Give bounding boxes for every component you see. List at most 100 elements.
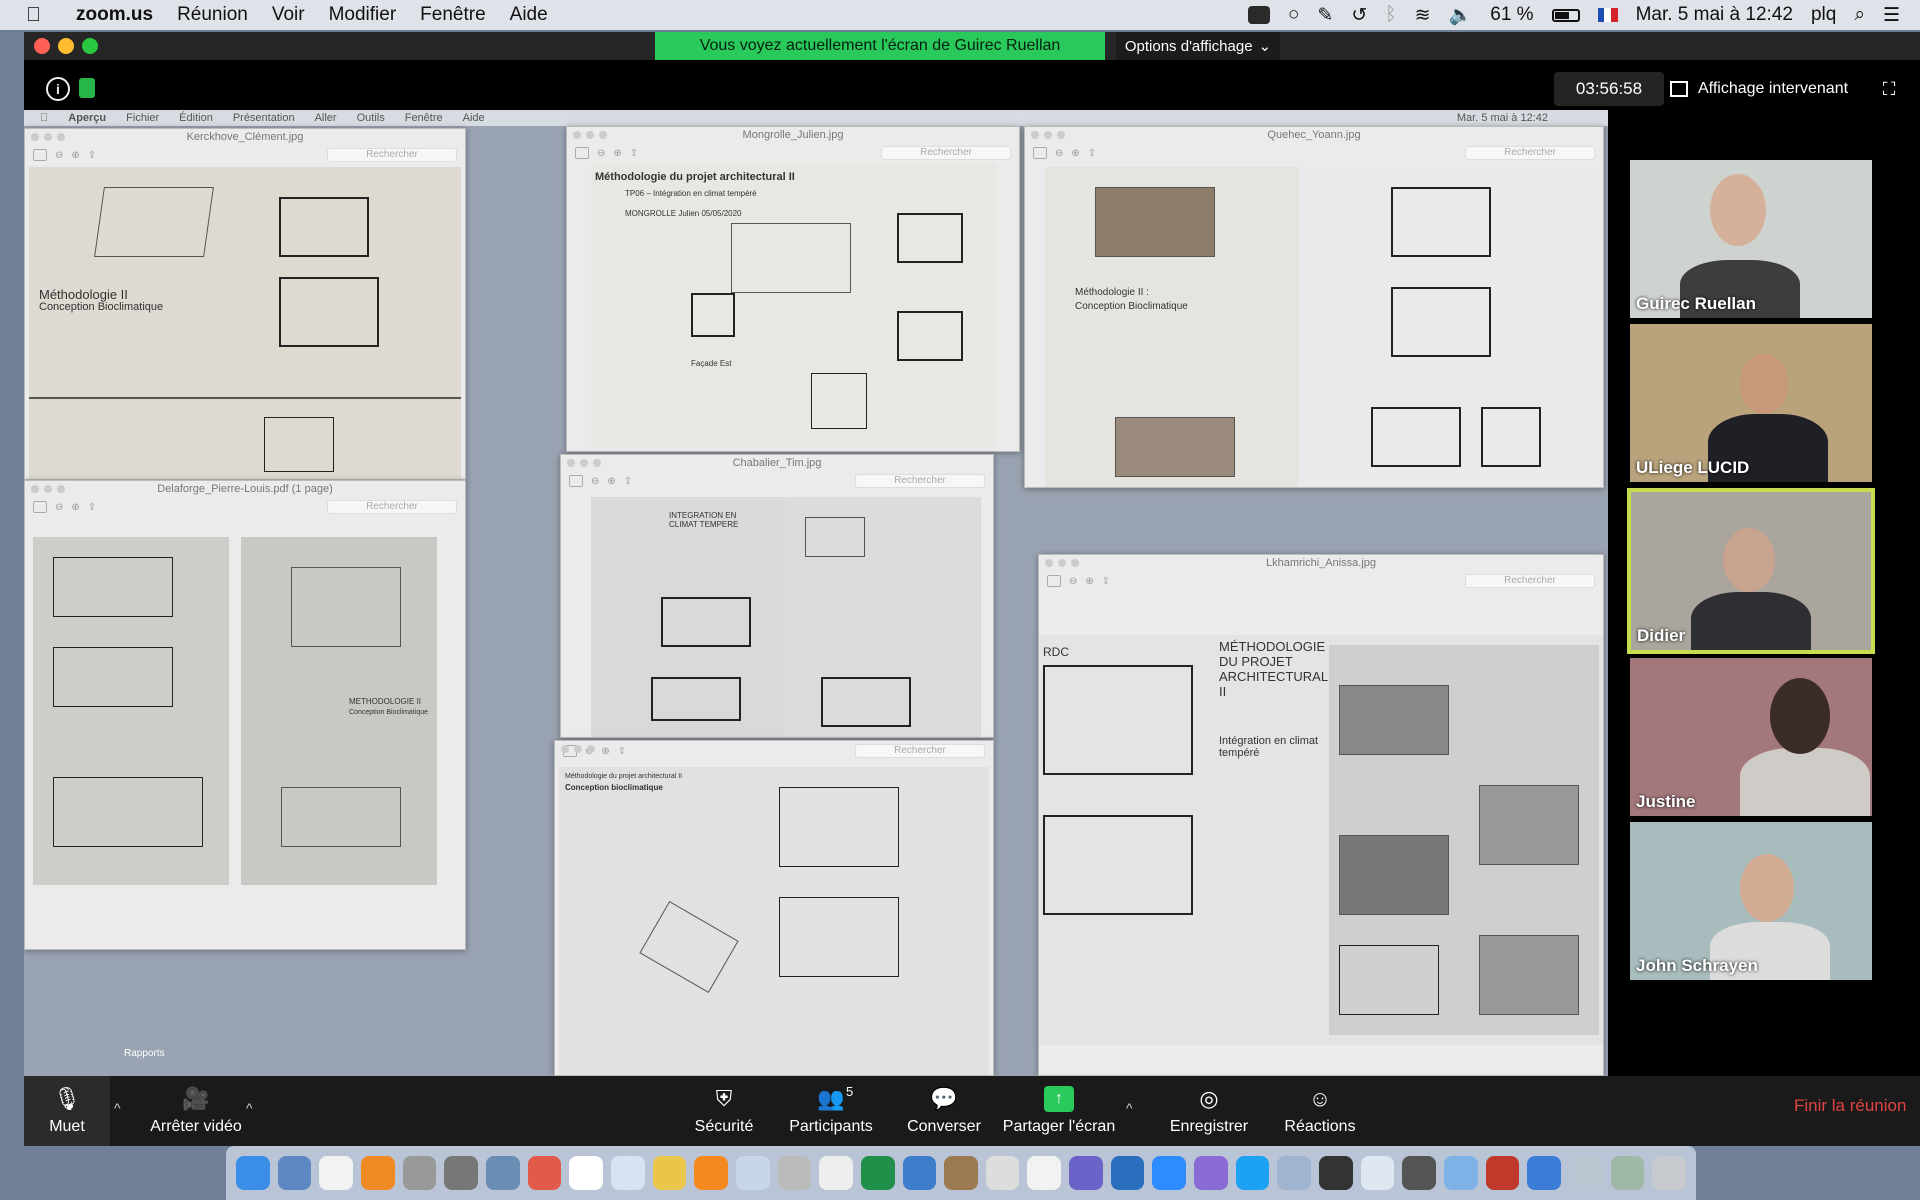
mute-button[interactable]: 🎙 Muet	[24, 1076, 110, 1146]
zoom-status-icon[interactable]	[1247, 6, 1270, 24]
archive-utility-icon[interactable]	[944, 1156, 978, 1190]
security-button[interactable]: ⛨ Sécurité	[684, 1076, 764, 1146]
apple-menu-icon[interactable]: 	[26, 4, 56, 27]
music-icon[interactable]	[319, 1156, 353, 1190]
floor-plan	[53, 647, 173, 707]
menubar-clock[interactable]: Mar. 5 mai à 12:42	[1636, 4, 1793, 26]
participants-button[interactable]: 👥 5 Participants	[776, 1076, 886, 1146]
cyberduck-icon[interactable]	[902, 1156, 937, 1190]
bluetooth-icon[interactable]: ᛒ	[1385, 4, 1396, 26]
speaker-view-button[interactable]: Affichage intervenant	[1660, 72, 1858, 106]
time-machine-icon[interactable]: ↺	[1351, 4, 1367, 27]
terminal-icon[interactable]	[1319, 1156, 1353, 1190]
trash-icon[interactable]	[1652, 1156, 1686, 1190]
automator-icon[interactable]	[985, 1156, 1020, 1190]
minimize-window-button[interactable]	[58, 38, 74, 54]
home-app-icon[interactable]	[527, 1156, 562, 1190]
record-button[interactable]: ◎ Enregistrer	[1154, 1076, 1264, 1146]
preview-app-icon[interactable]	[485, 1156, 520, 1190]
camera-icon[interactable]	[1402, 1156, 1437, 1190]
vpn-app-icon[interactable]	[1194, 1156, 1228, 1190]
mail-icon[interactable]	[277, 1156, 312, 1190]
share-icon: ⇪	[1087, 147, 1097, 159]
chat-button[interactable]: 💬 Converser	[894, 1076, 994, 1146]
input-flag-icon[interactable]	[1597, 8, 1618, 22]
view-options-button[interactable]: Options d'affichage ⌄	[1116, 32, 1280, 60]
meeting-info-icon[interactable]: i	[46, 77, 70, 101]
skype-icon[interactable]	[1235, 1156, 1270, 1190]
smiley-icon: ☺	[1308, 1086, 1332, 1111]
stop-video-button[interactable]: 🎥 Arrêter vidéo	[136, 1076, 256, 1146]
loop-app-icon[interactable]	[1069, 1156, 1103, 1190]
preview-title-bar: Mongrolle_Julien.jpg	[567, 127, 1019, 143]
preview-filename: Lkhamrichi_Anissa.jpg	[1265, 557, 1377, 569]
menu-app-name[interactable]: zoom.us	[76, 4, 153, 26]
menu-item-fenetre[interactable]: Fenêtre	[420, 4, 485, 26]
audio-options-chevron-icon[interactable]: ^	[114, 1100, 121, 1116]
applications-folder-icon[interactable]	[1277, 1156, 1312, 1190]
share-icon: ⇪	[87, 501, 97, 513]
textedit-icon[interactable]	[819, 1156, 853, 1190]
participant-tile-john[interactable]: John Schrayen	[1630, 822, 1872, 980]
preview-search-field: Rechercher	[1465, 574, 1595, 588]
ska-app-icon[interactable]	[1110, 1156, 1145, 1190]
participant-name: Guirec Ruellan	[1636, 294, 1756, 313]
wifi-icon[interactable]: ≋	[1415, 4, 1431, 27]
menu-item-voir[interactable]: Voir	[272, 4, 305, 26]
participant-tile-guirec[interactable]: Guirec Ruellan	[1630, 160, 1872, 318]
shared-menu-fichier: Fichier	[117, 112, 159, 124]
disk-utility-icon[interactable]	[444, 1156, 478, 1190]
script-editor-icon[interactable]	[1027, 1156, 1062, 1190]
zoom-out-icon: ⊖	[55, 149, 64, 161]
calendar-icon[interactable]	[569, 1156, 603, 1190]
drawing-label: Façade Est	[691, 359, 732, 368]
participant-tile-justine[interactable]: Justine	[1630, 658, 1872, 816]
spotlight-search-icon[interactable]: ⌕	[1854, 4, 1865, 26]
zoom-window-button[interactable]	[82, 38, 98, 54]
video-options-chevron-icon[interactable]: ^	[246, 1100, 253, 1116]
preview-search-field: Rechercher	[327, 148, 457, 162]
compressor-icon[interactable]	[402, 1156, 437, 1190]
zoom-app-icon[interactable]	[1152, 1156, 1187, 1190]
divider-line	[29, 397, 461, 399]
documents-icon[interactable]	[1360, 1156, 1395, 1190]
circle-status-icon[interactable]: ○	[1288, 4, 1299, 26]
downloads-folder-icon[interactable]	[1444, 1156, 1478, 1190]
share-options-chevron-icon[interactable]: ^	[1126, 1100, 1133, 1116]
pen-status-icon[interactable]: ✎	[1317, 4, 1333, 27]
calculator-icon[interactable]	[777, 1156, 812, 1190]
shared-macos-menubar:  Aperçu Fichier Édition Présentation Al…	[24, 110, 1608, 126]
share-screen-button[interactable]: ↑ Partager l'écran	[994, 1076, 1124, 1146]
participant-tile-didier[interactable]: Didier	[1627, 488, 1875, 654]
notification-center-icon[interactable]: ☰	[1883, 4, 1900, 27]
preview-icon[interactable]	[735, 1156, 770, 1190]
participant-tile-uliege[interactable]: ULiege LUCID	[1630, 324, 1872, 482]
mail-compose-icon[interactable]	[1610, 1156, 1645, 1190]
floor-plan	[279, 277, 379, 347]
battery-percent[interactable]: 61 %	[1490, 4, 1533, 26]
browser-globe-icon[interactable]	[1527, 1156, 1561, 1190]
vlc-icon[interactable]	[694, 1156, 728, 1190]
media-app-icon[interactable]	[1485, 1156, 1520, 1190]
excel-icon[interactable]	[860, 1156, 895, 1190]
encryption-lock-icon[interactable]	[79, 78, 95, 98]
reactions-button[interactable]: ☺ Réactions	[1270, 1076, 1370, 1146]
floor-plan	[1391, 287, 1491, 357]
firefox-icon[interactable]	[360, 1156, 395, 1190]
volume-icon[interactable]: 🔈	[1449, 3, 1473, 27]
end-meeting-button[interactable]: Finir la réunion	[1794, 1096, 1906, 1116]
close-window-button[interactable]	[34, 38, 50, 54]
window-controls	[561, 745, 595, 753]
fullscreen-icon[interactable]: ⛶	[1872, 72, 1906, 106]
menubar-user[interactable]: plq	[1811, 4, 1836, 26]
drawing-sheet: Méthodologie II : Conception Bioclimatiq…	[1045, 167, 1299, 487]
zoom-in-icon: ⊕	[1071, 147, 1080, 159]
menu-item-modifier[interactable]: Modifier	[329, 4, 397, 26]
screenshot-icon[interactable]	[1569, 1156, 1603, 1190]
finder-icon[interactable]	[236, 1156, 270, 1190]
notes-icon[interactable]	[652, 1156, 687, 1190]
menu-item-aide[interactable]: Aide	[510, 4, 548, 26]
keynote-icon[interactable]	[610, 1156, 645, 1190]
preview-window-quehec: Quehec_Yoann.jpg ⊖ ⊕ ⇪ Rechercher Méthod…	[1024, 126, 1604, 488]
menu-item-reunion[interactable]: Réunion	[177, 4, 248, 26]
